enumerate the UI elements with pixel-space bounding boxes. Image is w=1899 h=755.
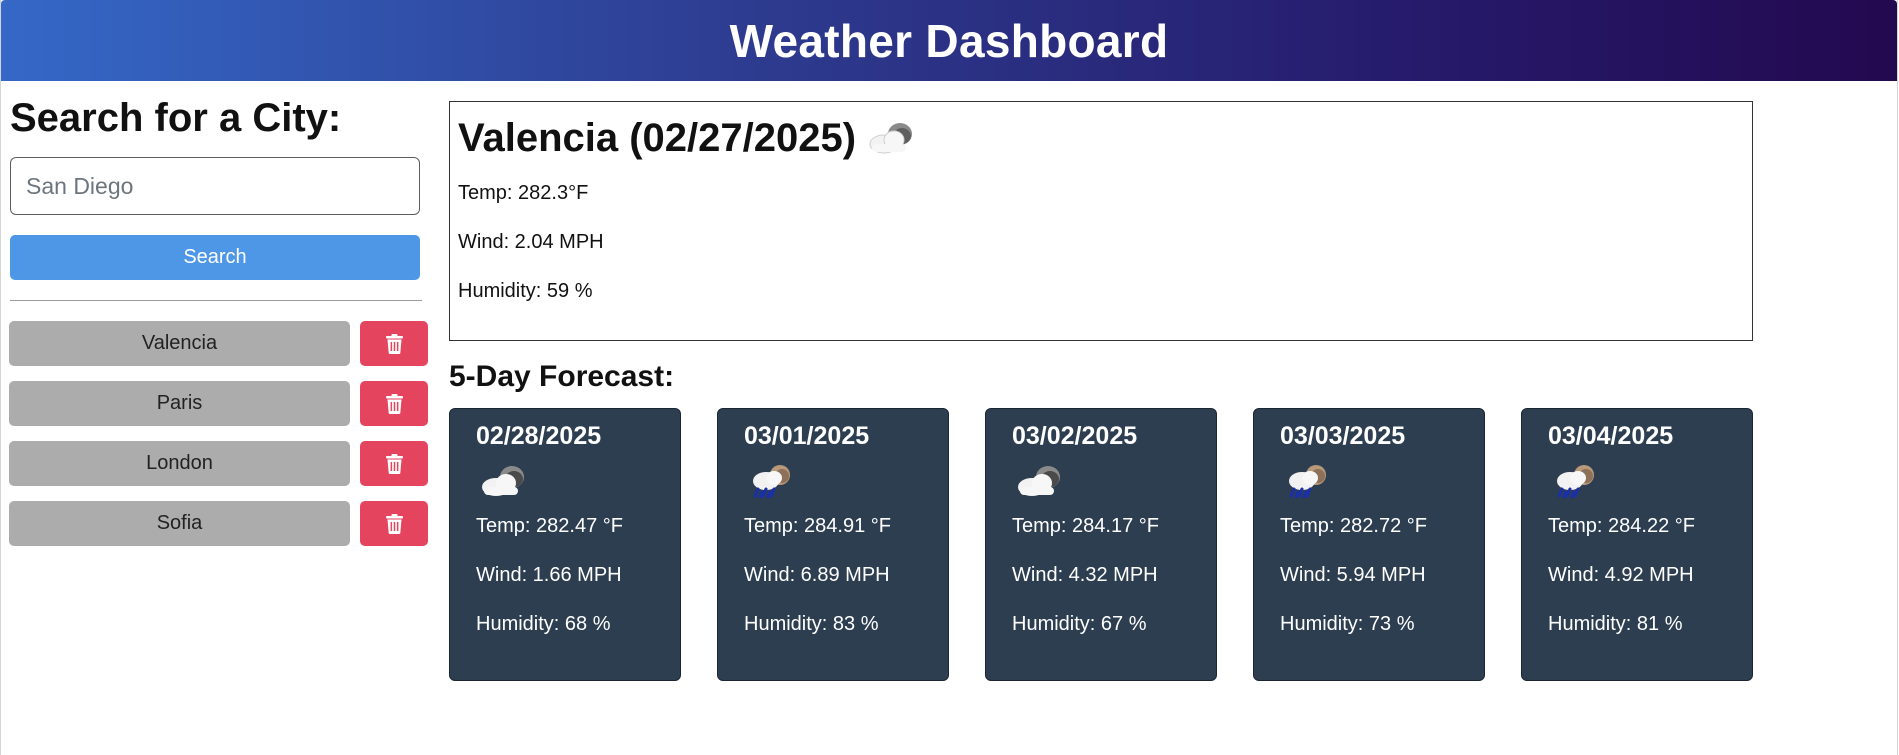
history-city-button[interactable]: Paris [9,381,350,426]
history-item: Sofia [9,501,430,546]
history-item: Paris [9,381,430,426]
forecast-humidity: Humidity: 83 % [744,613,879,635]
current-weather-title: Valencia (02/27/2025) [458,112,1744,164]
search-history: Valencia Paris London Sofia [9,321,430,546]
forecast-date: 03/03/2025 [1280,422,1406,450]
rain-icon [1557,465,1594,499]
current-humidity: Humidity: 59 % [458,280,593,302]
forecast-heading: 5-Day Forecast: [449,360,675,393]
forecast-temp: Temp: 282.72 °F [1280,515,1427,537]
forecast-date: 03/01/2025 [744,422,870,450]
history-city-button[interactable]: Valencia [9,321,350,366]
forecast-temp: Temp: 284.17 °F [1012,515,1159,537]
rain-icon [753,465,790,499]
trash-icon [385,513,403,534]
city-search-input[interactable] [10,157,420,215]
sidebar: Search for a City: Search Valencia Paris… [9,92,430,561]
forecast-wind: Wind: 4.92 MPH [1548,564,1694,586]
forecast-wind: Wind: 4.32 MPH [1012,564,1158,586]
forecast-humidity: Humidity: 67 % [1012,613,1147,635]
rain-icon [1289,465,1326,499]
page: Weather Dashboard Search for a City: Sea… [0,0,1898,755]
forecast-cards: 02/28/2025 Temp: 282.47 °F Wind: 1.66 MP… [449,408,1753,681]
search-button[interactable]: Search [10,235,420,280]
forecast-wind: Wind: 5.94 MPH [1280,564,1426,586]
history-item: Valencia [9,321,430,366]
current-wind: Wind: 2.04 MPH [458,231,604,253]
trash-icon [385,333,403,354]
cloudy-night-icon [482,466,524,496]
delete-button[interactable] [360,321,428,366]
trash-icon [385,393,403,414]
forecast-card: 02/28/2025 Temp: 282.47 °F Wind: 1.66 MP… [449,408,681,681]
history-city-button[interactable]: Sofia [9,501,350,546]
current-weather-panel: Valencia (02/27/2025) Temp: 282.3°F Wind… [449,101,1753,341]
forecast-date: 03/04/2025 [1548,422,1674,450]
app-header: Weather Dashboard [1,0,1897,81]
forecast-humidity: Humidity: 81 % [1548,613,1683,635]
delete-button[interactable] [360,441,428,486]
delete-button[interactable] [360,381,428,426]
forecast-humidity: Humidity: 68 % [476,613,611,635]
forecast-card: 03/04/2025 Temp: 284.22 °F Wind: 4.92 MP… [1521,408,1753,681]
forecast-card: 03/02/2025 Temp: 284.17 °F Wind: 4.32 MP… [985,408,1217,681]
forecast-date: 02/28/2025 [476,422,602,450]
forecast-temp: Temp: 284.91 °F [744,515,891,537]
current-city-date: Valencia (02/27/2025) [458,116,857,160]
divider [10,300,422,301]
forecast-temp: Temp: 284.22 °F [1548,515,1695,537]
history-city-button[interactable]: London [9,441,350,486]
forecast-wind: Wind: 1.66 MPH [476,564,622,586]
cloudy-night-icon [1018,466,1060,496]
history-item: London [9,441,430,486]
forecast-wind: Wind: 6.89 MPH [744,564,890,586]
forecast-card: 03/03/2025 Temp: 282.72 °F Wind: 5.94 MP… [1253,408,1485,681]
trash-icon [385,453,403,474]
forecast-date: 03/02/2025 [1012,422,1138,450]
forecast-card: 03/01/2025 Temp: 284.91 °F Wind: 6.89 MP… [717,408,949,681]
forecast-temp: Temp: 282.47 °F [476,515,623,537]
delete-button[interactable] [360,501,428,546]
cloud-sun-icon [869,123,913,154]
current-temp: Temp: 282.3°F [458,182,589,204]
forecast-humidity: Humidity: 73 % [1280,613,1415,635]
app-title: Weather Dashboard [729,14,1169,67]
search-heading: Search for a City: [10,96,342,140]
